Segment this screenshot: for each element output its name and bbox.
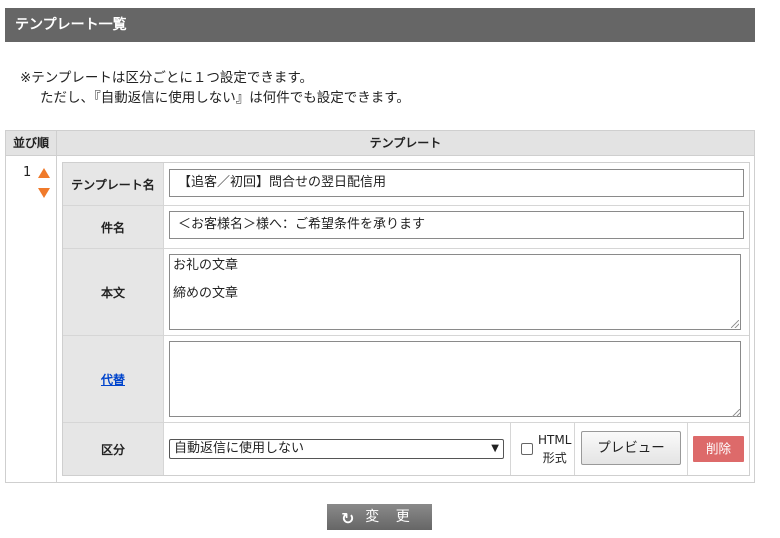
html-format-label: HTML 形式: [538, 433, 572, 465]
column-header-template: テンプレート: [57, 131, 754, 156]
change-button[interactable]: ↻ 変 更: [327, 504, 432, 530]
body-line-1: お礼の文章: [173, 258, 239, 273]
row-category: 区分 自動返信に使用しない ▼ HTML 形式 プレビュー 削除: [63, 423, 749, 475]
divider: [687, 423, 688, 475]
notice-line-1: ※テンプレートは区分ごとに１つ設定できます。: [20, 70, 314, 86]
order-number: 1: [23, 165, 32, 180]
refresh-icon: ↻: [341, 509, 355, 528]
divider: [510, 423, 511, 475]
resize-handle-icon[interactable]: [731, 320, 739, 328]
column-header-order: 並び順: [6, 131, 57, 156]
notice-text: ※テンプレートは区分ごとに１つ設定できます。 ただし、『自動返信に使用しない』は…: [20, 68, 410, 108]
subject-input[interactable]: ＜お客様名＞様へ：ご希望条件を承ります: [169, 211, 744, 239]
delete-button[interactable]: 削除: [693, 436, 744, 462]
template-name-input[interactable]: 【追客／初回】問合せの翌日配信用: [169, 169, 744, 197]
column-divider: [56, 156, 57, 482]
category-selected-value: 自動返信に使用しない: [174, 441, 305, 456]
row-subject: 件名 ＜お客様名＞様へ：ご希望条件を承ります: [63, 206, 749, 249]
row-alternative: 代替: [63, 336, 749, 423]
notice-line-2: ただし、『自動返信に使用しない』は何件でも設定できます。: [40, 90, 410, 106]
row-template-name: テンプレート名 【追客／初回】問合せの翌日配信用: [63, 163, 749, 206]
alternative-textarea[interactable]: [169, 341, 741, 417]
chevron-down-icon: ▼: [491, 443, 499, 454]
category-select[interactable]: 自動返信に使用しない ▼: [169, 439, 504, 459]
alternative-label-cell: 代替: [63, 336, 164, 422]
category-label: 区分: [63, 423, 164, 475]
body-textarea[interactable]: お礼の文章 締めの文章: [169, 254, 741, 330]
body-line-2: 締めの文章: [173, 286, 239, 301]
preview-button[interactable]: プレビュー: [581, 431, 681, 465]
template-table: 並び順 テンプレート 1 テンプレート名 【追客／初回】問合せの翌日配信用 件名…: [5, 130, 755, 483]
page-title: テンプレート一覧: [15, 17, 127, 33]
subject-label: 件名: [63, 206, 164, 248]
triangle-up-icon[interactable]: [38, 168, 50, 178]
html-format-checkbox[interactable]: [521, 443, 533, 455]
row-body: 本文 お礼の文章 締めの文章: [63, 249, 749, 336]
alternative-link[interactable]: 代替: [101, 371, 125, 388]
page-header: テンプレート一覧: [5, 8, 755, 42]
divider: [574, 423, 575, 475]
resize-handle-icon[interactable]: [732, 409, 740, 417]
template-name-label: テンプレート名: [63, 163, 164, 205]
body-label: 本文: [63, 249, 164, 335]
template-form: テンプレート名 【追客／初回】問合せの翌日配信用 件名 ＜お客様名＞様へ：ご希望…: [62, 162, 750, 476]
triangle-down-icon[interactable]: [38, 188, 50, 198]
